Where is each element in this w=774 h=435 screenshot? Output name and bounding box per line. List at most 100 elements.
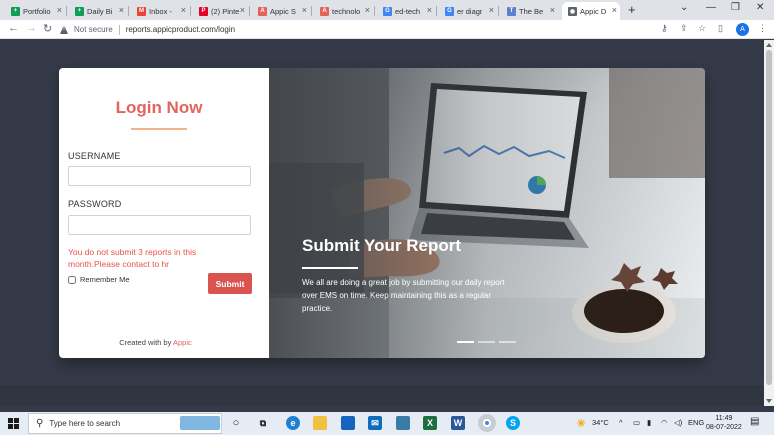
browser-tab[interactable]: + Daily Bi ×: [69, 2, 127, 20]
hero-body: We all are doing a great job by submitti…: [302, 278, 505, 313]
tab-close-icon[interactable]: ×: [119, 5, 124, 15]
app-icon[interactable]: [396, 416, 410, 430]
search-icon: ⚲: [36, 418, 44, 429]
browser-tab[interactable]: + Portfolio ×: [5, 2, 65, 20]
tab-label: Daily Bi: [87, 6, 113, 16]
tab-label: Portfolio: [23, 6, 51, 16]
word-icon[interactable]: W: [451, 416, 465, 430]
google-icon: G: [383, 6, 392, 16]
menu-icon[interactable]: ⋮: [758, 23, 767, 34]
clock-date: 08-07-2022: [706, 424, 742, 431]
tab-close-icon[interactable]: ×: [612, 5, 617, 15]
tab-close-icon[interactable]: ×: [57, 5, 62, 15]
submit-button[interactable]: Submit: [208, 273, 252, 294]
page-footer-band: [0, 385, 764, 406]
mail-icon[interactable]: ✉: [368, 416, 382, 430]
tab-close-icon[interactable]: ×: [427, 5, 432, 15]
minimize-icon[interactable]: —: [706, 2, 716, 13]
new-tab-button[interactable]: +: [628, 2, 636, 17]
scrollbar[interactable]: [764, 40, 774, 406]
tab-close-icon[interactable]: ×: [240, 5, 245, 15]
browser-tab[interactable]: Atechnolo ×: [314, 2, 373, 20]
tab-separator: [128, 6, 129, 16]
browser-tab[interactable]: Ger diagr ×: [439, 2, 497, 20]
profile-avatar[interactable]: A: [736, 23, 749, 36]
browser-tab[interactable]: ◉ Appic D ×: [562, 2, 620, 20]
slider-dot[interactable]: [457, 341, 474, 343]
tab-label: (2) Pinte: [211, 6, 240, 16]
scroll-thumb[interactable]: [766, 50, 772, 385]
hero-title: Submit Your Report: [302, 236, 461, 255]
scroll-down-icon[interactable]: [766, 399, 772, 403]
slider-dot[interactable]: [478, 341, 495, 343]
appic-icon: A: [320, 6, 329, 16]
tab-close-icon[interactable]: ×: [365, 5, 370, 15]
tab-label: ed-tech: [395, 6, 421, 16]
tab-separator: [311, 6, 312, 16]
gmail-icon: M: [137, 6, 146, 16]
address-bar[interactable]: Not secure reports.appicproduct.com/logi…: [60, 22, 640, 37]
tab-close-icon[interactable]: ×: [181, 5, 186, 15]
meet-now-icon[interactable]: ▭: [633, 418, 640, 427]
tab-close-icon[interactable]: ×: [550, 5, 555, 15]
site-icon: T: [507, 6, 516, 16]
username-input[interactable]: [68, 166, 251, 186]
globe-icon: ◉: [568, 6, 577, 16]
tab-separator: [374, 6, 375, 16]
cortana-icon[interactable]: ○: [229, 416, 243, 430]
volume-icon[interactable]: ◁): [674, 418, 682, 427]
tab-close-icon[interactable]: ×: [302, 5, 307, 15]
forward-icon[interactable]: →: [26, 22, 37, 34]
windows-start-icon[interactable]: [8, 418, 19, 429]
browser-tab[interactable]: M Inbox - ×: [131, 2, 189, 20]
wifi-icon[interactable]: ◠: [661, 418, 668, 427]
tab-search-icon[interactable]: ⌄: [680, 2, 688, 13]
tab-close-icon[interactable]: ×: [489, 5, 494, 15]
url-text[interactable]: reports.appicproduct.com/login: [126, 25, 235, 34]
system-clock[interactable]: 11:49 08-07-2022: [706, 414, 742, 432]
battery-icon[interactable]: ▮: [647, 418, 651, 427]
password-input[interactable]: [68, 215, 251, 235]
restore-icon[interactable]: ❐: [731, 2, 740, 13]
chrome-icon[interactable]: [478, 414, 496, 432]
address-divider: [118, 24, 120, 35]
skype-icon[interactable]: S: [506, 416, 520, 430]
store-icon[interactable]: [341, 416, 355, 430]
scroll-up-icon[interactable]: [766, 43, 772, 47]
sheets-icon: +: [75, 6, 84, 16]
browser-tab[interactable]: T The Be ×: [501, 2, 558, 20]
browser-tab[interactable]: A Appic S ×: [252, 2, 310, 20]
login-title: Login Now: [115, 98, 203, 117]
footer-prefix: Created with by: [119, 338, 172, 347]
browser-tab[interactable]: Ged-tech ×: [377, 2, 435, 20]
language-indicator[interactable]: ENG: [688, 418, 704, 427]
browser-tab[interactable]: P (2) Pinte ×: [193, 2, 248, 20]
edge-icon[interactable]: e: [286, 416, 300, 430]
news-widget-icon[interactable]: [180, 416, 220, 430]
remember-me-label: Remember Me: [80, 275, 130, 284]
google-icon: G: [445, 6, 454, 16]
remember-me-checkbox[interactable]: [68, 275, 76, 284]
tab-separator: [498, 6, 499, 16]
clock-time: 11:49: [715, 415, 733, 422]
file-explorer-icon[interactable]: [313, 416, 327, 430]
close-window-icon[interactable]: ✕: [756, 2, 764, 13]
notification-icon[interactable]: ▤: [750, 416, 759, 427]
back-icon[interactable]: ←: [8, 22, 19, 34]
browser-toolbar: ← → ↻ Not secure reports.appicproduct.co…: [0, 20, 774, 39]
reload-icon[interactable]: ↻: [43, 22, 52, 35]
weather-icon[interactable]: ☀: [574, 416, 588, 430]
key-icon[interactable]: ⚷: [661, 23, 668, 34]
slider-dot[interactable]: [499, 341, 516, 343]
tray-chevron-icon[interactable]: ^: [619, 418, 623, 427]
excel-icon[interactable]: X: [423, 416, 437, 430]
bookmark-star-icon[interactable]: ☆: [698, 23, 706, 34]
weather-temp[interactable]: 34°C: [592, 418, 609, 427]
side-panel-icon[interactable]: ▯: [718, 23, 723, 34]
pinterest-icon: P: [199, 6, 208, 16]
footer-brand-link[interactable]: Appic: [173, 338, 192, 347]
task-view-icon[interactable]: ⧉: [256, 416, 270, 430]
remember-me[interactable]: Remember Me: [68, 275, 130, 284]
share-icon[interactable]: ⇪: [680, 23, 688, 34]
tab-separator: [436, 6, 437, 16]
